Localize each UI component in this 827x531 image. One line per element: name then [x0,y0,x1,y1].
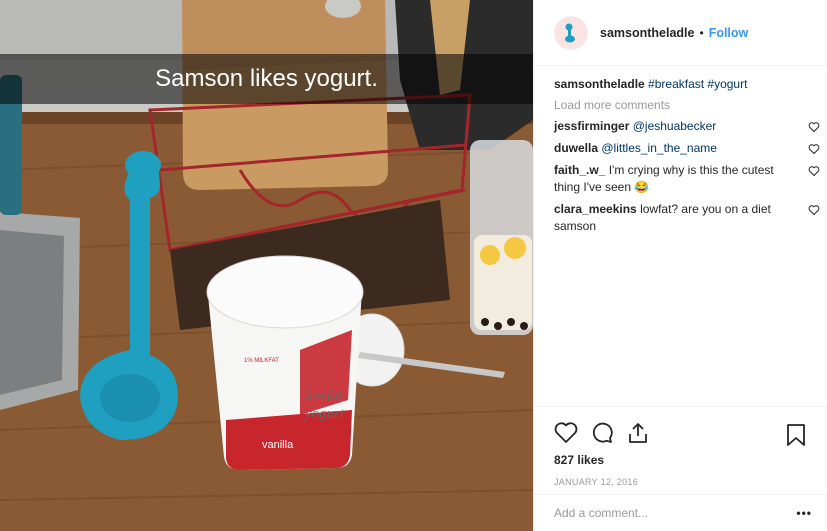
load-more-comments[interactable]: Load more comments [554,98,820,112]
caption-username[interactable]: samsontheladle [554,77,645,91]
photo-caption: Samson likes yogurt. [155,65,378,92]
heart-icon[interactable] [808,165,820,177]
comments-list: samsontheladle #breakfast #yogurt Load m… [554,76,820,240]
photo-caption-bar: Samson likes yogurt. [0,54,533,104]
likes-count[interactable]: 827 likes [554,453,812,467]
heart-icon[interactable] [808,143,820,155]
comment-username[interactable]: duwella [554,141,598,155]
header-username[interactable]: samsontheladle [600,26,694,40]
more-options-button[interactable]: ••• [796,506,812,520]
comment-username[interactable]: faith_.w_ [554,163,605,177]
like-heart-icon[interactable] [554,422,578,444]
header-separator: • [699,25,704,40]
svg-text:vanilla: vanilla [262,439,294,451]
instagram-post: lowfat yogurt vanilla 1% MILKFAT Samson … [0,0,827,531]
add-comment-input[interactable] [554,506,797,520]
caption-hashtags[interactable]: #breakfast #yogurt [648,77,747,91]
post-actions: 827 likes JANUARY 12, 2016 [534,406,827,487]
comment-username[interactable]: jessfirminger [554,119,629,133]
post-date: JANUARY 12, 2016 [554,477,639,487]
svg-text:lowfat: lowfat [305,388,343,404]
comment-item: jessfirminger @jeshuabecker [554,118,820,135]
post-caption: samsontheladle #breakfast #yogurt [554,76,820,93]
add-comment-bar: ••• [534,494,827,531]
svg-text:1% MILKFAT: 1% MILKFAT [244,358,279,364]
ladle-avatar-icon[interactable] [554,15,588,50]
post-photo[interactable]: lowfat yogurt vanilla 1% MILKFAT Samson … [0,0,533,531]
heart-icon[interactable] [808,204,820,216]
bookmark-icon[interactable] [786,423,806,447]
comment-text[interactable]: @jeshuabecker [633,119,717,133]
heart-icon[interactable] [808,121,820,133]
post-header: samsontheladle • Follow [534,0,827,66]
share-icon[interactable] [626,421,650,445]
comment-item: duwella @littles_in_the_name [554,140,820,157]
action-icons [554,415,812,451]
comment-text[interactable]: @littles_in_the_name [601,141,717,155]
post-side-panel: samsontheladle • Follow samsontheladle #… [533,0,827,531]
comment-username[interactable]: clara_meekins [554,202,637,216]
follow-button[interactable]: Follow [709,26,749,40]
comment-bubble-icon[interactable] [590,421,614,445]
comment-item: faith_.w_ I'm crying why is this the cut… [554,162,820,196]
svg-text:yogurt: yogurt [303,406,345,422]
comment-item: clara_meekins lowfat? are you on a diet … [554,201,820,235]
